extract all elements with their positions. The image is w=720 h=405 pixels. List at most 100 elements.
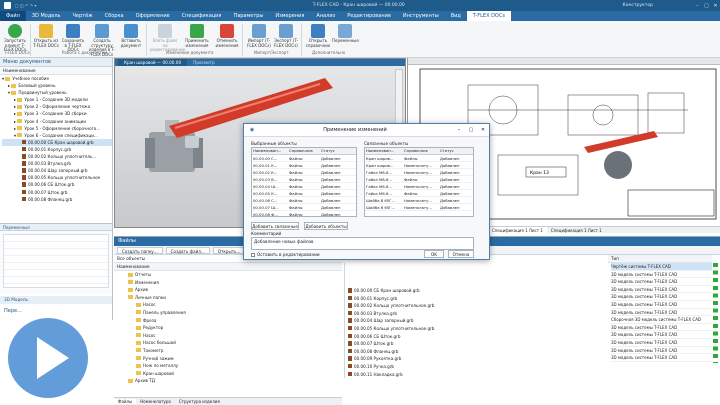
dialog-maximize-icon[interactable]: ▢ bbox=[465, 124, 477, 137]
menu-formatting[interactable]: Оформление bbox=[130, 11, 176, 21]
folder-item[interactable]: Изменения bbox=[118, 279, 342, 287]
folder-item[interactable]: Насос bbox=[118, 301, 342, 309]
folder-item[interactable]: Редуктор bbox=[118, 324, 342, 332]
tree-item[interactable]: 00.00.08 Фланец.grb bbox=[2, 196, 112, 203]
add-linked-button[interactable]: Добавить связанные bbox=[251, 222, 299, 230]
menu-specification[interactable]: Спецификация bbox=[176, 11, 228, 21]
cancel-button[interactable]: Отмена bbox=[448, 250, 474, 258]
folder-item[interactable]: Тахометр bbox=[118, 347, 342, 355]
apply-changes-button[interactable]: Применить изменения bbox=[182, 24, 212, 48]
table-row[interactable]: Шайба 6 65Г... Номенклату... Добавлен bbox=[365, 204, 473, 211]
folder-item[interactable]: Архив ТД bbox=[118, 377, 342, 385]
table-row[interactable]: 00.00.08 Ф... Файлы Добавлен bbox=[252, 211, 356, 217]
tree-item[interactable]: ▾ Учебное пособие bbox=[2, 75, 112, 82]
table-row[interactable]: 00.00.05 К... Файлы Добавлен bbox=[252, 190, 356, 197]
folder-item[interactable]: Кран шаровой bbox=[118, 370, 342, 378]
play-icon[interactable] bbox=[8, 318, 88, 398]
model-tab[interactable]: 3D Модель bbox=[0, 296, 112, 304]
menu-parameters[interactable]: Параметры bbox=[227, 11, 269, 21]
tree-item[interactable]: 00.00.02 Кольцо уплотнитель... bbox=[2, 153, 112, 160]
tree-item[interactable]: 00.00.07 Шток.grb bbox=[2, 189, 112, 196]
ok-button[interactable]: OK bbox=[424, 250, 444, 258]
launch-client-button[interactable]: Запустить клиент T-FLEX DOCs bbox=[2, 24, 28, 53]
tree-item[interactable]: ▸ Урок 2 - Оформление чертежа bbox=[2, 103, 112, 110]
keep-editing-checkbox[interactable]: Оставить в редактировании bbox=[251, 252, 320, 257]
menu-view[interactable]: Вид bbox=[445, 11, 467, 21]
table-row[interactable]: 00.00.04 Ш... Файлы Добавлен bbox=[252, 183, 356, 190]
tree-item[interactable]: ▸ Урок 3 - Создание 3D сборки bbox=[2, 110, 112, 117]
checkbox-box[interactable] bbox=[251, 252, 255, 257]
add-objects-button[interactable]: Добавить объекты bbox=[304, 222, 348, 230]
drawing-tab[interactable]: Спецификация 1 Лист 1 bbox=[547, 227, 606, 234]
file-row[interactable]: 00.00.02 Кольцо уплотнительное.grb bbox=[348, 302, 606, 310]
folder-item[interactable]: Фреза bbox=[118, 317, 342, 325]
folder-item[interactable]: Отчеты bbox=[118, 271, 342, 279]
file-row[interactable]: 00.00.08 Фланец.grb bbox=[348, 348, 606, 356]
tree-item[interactable]: ▸ Урок 4 - Создание анимации bbox=[2, 118, 112, 125]
menu-tools[interactable]: Инструменты bbox=[397, 11, 445, 21]
folder-item[interactable]: Насос большой bbox=[118, 339, 342, 347]
folder-item[interactable]: Личные папки bbox=[118, 294, 342, 302]
cancel-changes-button[interactable]: Отменить изменения bbox=[214, 24, 240, 48]
dialog-close-icon[interactable]: ✕ bbox=[477, 124, 489, 137]
viewport-tab[interactable]: Кран шаровой — 00.00.00 bbox=[118, 59, 188, 66]
tree-item[interactable]: 00.00.04 Шар запорный.grb bbox=[2, 167, 112, 174]
close-icon[interactable]: ✕ bbox=[711, 3, 720, 9]
folder-item[interactable]: Ручной зажим bbox=[118, 355, 342, 363]
tree-item-selected[interactable]: 00.00.00 СБ Кран шаровой.grb bbox=[2, 138, 112, 146]
folder-item[interactable]: Панель управления bbox=[118, 309, 342, 317]
open-reference-button[interactable]: Открыть справочник bbox=[305, 24, 331, 48]
tree-item[interactable]: ▸ Базовый уровень bbox=[2, 82, 112, 89]
tree-item[interactable]: ▾ Продвинутый уровень bbox=[2, 89, 112, 96]
file-row[interactable]: 00.00.07 Шток.grb bbox=[348, 340, 606, 348]
table-row[interactable]: Гайка М8-6... Файлы Добавлен bbox=[365, 176, 473, 183]
file-row[interactable]: 00.00.00 СБ Кран шаровой.grb bbox=[348, 287, 606, 295]
table-row[interactable]: 00.00.00 С... Файлы Добавлен bbox=[252, 155, 356, 162]
file-row[interactable]: 00.00.10 Ручка.grb bbox=[348, 363, 606, 371]
viewport-tab-2[interactable]: Просмотр bbox=[187, 59, 221, 66]
comment-field[interactable]: Добавление новых файлов bbox=[251, 237, 474, 250]
tree-item[interactable]: 00.00.01 Корпус.grb bbox=[2, 146, 112, 153]
folder-item[interactable]: Нож по металлу bbox=[118, 362, 342, 370]
tab-product-structure[interactable]: Структура изделия bbox=[175, 399, 224, 404]
dialog-minimize-icon[interactable]: – bbox=[453, 124, 465, 137]
quick-access-toolbar[interactable]: ▢ ◫ ↶ ↷ ▾ bbox=[15, 3, 95, 8]
insert-document-button[interactable]: Вставить документ bbox=[118, 24, 144, 48]
folder-item[interactable]: Архив bbox=[118, 286, 342, 294]
menu-assembly[interactable]: Сборка bbox=[99, 11, 130, 21]
menu-file[interactable]: Файл bbox=[0, 11, 26, 21]
open-button[interactable]: Открыть... bbox=[212, 246, 246, 254]
drawing-tab[interactable]: Спецификация 1 Лист 1 bbox=[488, 226, 547, 234]
config-selector[interactable]: Конструктор bbox=[623, 3, 653, 8]
menu-3d-model[interactable]: 3D Модель bbox=[26, 11, 67, 21]
tree-item[interactable]: ▾ Урок 6 - Создание спецификаци... bbox=[2, 132, 112, 139]
table-row[interactable]: 00.00.07 Ш... Файлы Добавлен bbox=[252, 204, 356, 211]
file-row[interactable]: 00.00.04 Шар запорный.grb bbox=[348, 317, 606, 325]
table-row[interactable]: Гайка М6-6... Номенклату... Добавлен bbox=[365, 183, 473, 190]
tree-item[interactable]: 00.00.05 Кольцо уплотнительное bbox=[2, 174, 112, 181]
menu-measurements[interactable]: Измерения bbox=[269, 11, 310, 21]
folder-item[interactable]: Насос bbox=[118, 332, 342, 340]
table-row[interactable]: 00.00.02 К... Файлы Добавлен bbox=[252, 169, 356, 176]
tree-item[interactable]: ▸ Урок 5 - Оформление сборочного... bbox=[2, 125, 112, 132]
menu-drawing[interactable]: Чертёж bbox=[67, 11, 99, 21]
create-file-button[interactable]: Создать файл... bbox=[165, 246, 210, 254]
import-button[interactable]: Импорт (T-FLEX DOCs) bbox=[246, 24, 272, 48]
file-row[interactable]: 00.00.09 Рукоятка.grb bbox=[348, 355, 606, 363]
tree-item[interactable]: 00.00.06 СБ Шток.grb bbox=[2, 181, 112, 188]
create-folder-button[interactable]: Создать папку... bbox=[117, 246, 163, 254]
menu-tflex-docs[interactable]: T-FLEX DOCs bbox=[466, 11, 511, 21]
table-row[interactable]: Гайка М8-6... Номенклату... Добавлен bbox=[365, 169, 473, 176]
variables-list[interactable] bbox=[3, 234, 109, 288]
tree-item[interactable]: ▸ Урок 1 - Создание 3D модели bbox=[2, 96, 112, 103]
variables-button[interactable]: Переменные bbox=[332, 24, 359, 44]
maximize-icon[interactable]: ▢ bbox=[702, 3, 711, 9]
table-row[interactable]: Кран шаров... Номенклату... Добавлен bbox=[365, 162, 473, 169]
minimize-icon[interactable]: – bbox=[693, 3, 702, 9]
save-to-docs-button[interactable]: Сохранить в T-FLEX DOCs bbox=[60, 24, 86, 53]
file-row[interactable]: 00.00.05 Кольцо уплотнительное.grb bbox=[348, 325, 606, 333]
tree-item[interactable]: 00.00.03 Втулка.grb bbox=[2, 160, 112, 167]
file-row[interactable]: 00.00.01 Корпус.grb bbox=[348, 295, 606, 303]
table-row[interactable]: 00.00.01 К... Файлы Добавлен bbox=[252, 162, 356, 169]
table-row[interactable]: Кран шаров... Файлы Добавлен bbox=[365, 155, 473, 162]
